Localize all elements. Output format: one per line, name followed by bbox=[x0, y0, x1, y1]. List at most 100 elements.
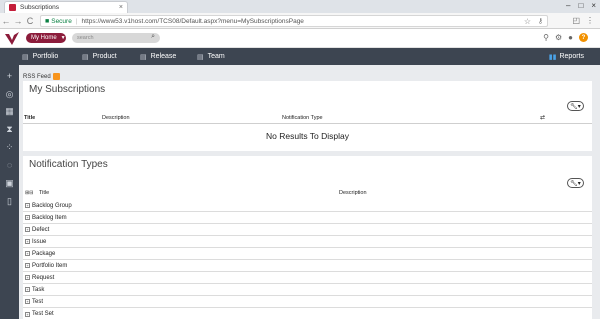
tab-close-icon[interactable]: × bbox=[119, 4, 123, 11]
expand-all-icon[interactable]: ⊞⊟ bbox=[25, 190, 33, 196]
address-bar-row: ← → C ■ Secure | https://www53.v1host.co… bbox=[0, 13, 600, 29]
list-item[interactable]: + Portfolio Item bbox=[23, 260, 592, 272]
expand-icon[interactable]: + bbox=[25, 203, 30, 208]
nav-product-label: Product bbox=[92, 53, 117, 60]
message-icon[interactable]: ▣ bbox=[4, 178, 15, 189]
chat-icon[interactable]: ◌ bbox=[4, 160, 15, 171]
list-item[interactable]: + Task bbox=[23, 284, 592, 296]
location-pin-icon[interactable]: ⚲ bbox=[543, 33, 549, 42]
back-icon[interactable]: ← bbox=[0, 16, 12, 26]
row-title: Backlog Item bbox=[32, 214, 67, 221]
expand-icon[interactable]: + bbox=[25, 251, 30, 256]
close-window-icon[interactable]: × bbox=[591, 1, 596, 10]
reports-label: Reports bbox=[559, 53, 584, 60]
rss-label: RSS Feed bbox=[23, 73, 51, 80]
col-title[interactable]: Title bbox=[24, 115, 35, 121]
trash-icon[interactable]: ▯ bbox=[4, 196, 15, 207]
row-title: Issue bbox=[32, 238, 47, 245]
window-controls: – □ × bbox=[566, 1, 596, 10]
expand-icon[interactable]: + bbox=[25, 239, 30, 244]
expand-icon[interactable]: + bbox=[25, 311, 30, 317]
grid-icon[interactable]: ▦ bbox=[4, 106, 15, 117]
notification-types-title: Notification Types bbox=[29, 159, 108, 170]
my-subscriptions-title: My Subscriptions bbox=[29, 84, 106, 95]
url-field[interactable]: ■ Secure | https://www53.v1host.com/TCS0… bbox=[40, 15, 548, 27]
list-item[interactable]: + Test bbox=[23, 296, 592, 308]
row-title: Defect bbox=[32, 226, 50, 233]
list-item[interactable]: + Package bbox=[23, 248, 592, 260]
row-title: Portfolio Item bbox=[32, 262, 68, 269]
user-icon[interactable]: ● bbox=[568, 33, 573, 42]
network-icon[interactable]: ⁘ bbox=[4, 142, 15, 153]
my-home-dropdown[interactable]: My Home ▼ bbox=[26, 33, 66, 43]
expand-icon[interactable]: + bbox=[25, 227, 30, 232]
main-navbar: ▤ Portfolio ▤ Product ▤ Release ▤ Team ▮… bbox=[0, 48, 600, 65]
row-title: Package bbox=[32, 250, 56, 257]
expand-icon[interactable]: + bbox=[25, 287, 30, 292]
search-input[interactable]: search ⌕ bbox=[72, 33, 160, 43]
no-results-text: No Results To Display bbox=[266, 131, 349, 141]
release-icon: ▤ bbox=[140, 53, 147, 61]
expand-icon[interactable]: + bbox=[25, 263, 30, 268]
list-item[interactable]: + Backlog Item bbox=[23, 212, 592, 224]
bookmark-star-icon[interactable]: ☆ bbox=[524, 17, 531, 26]
browser-tab[interactable]: Subscriptions × bbox=[4, 1, 128, 13]
expand-icon[interactable]: + bbox=[25, 275, 30, 280]
team-icon: ▤ bbox=[197, 53, 204, 61]
content-area: RSS Feed My Subscriptions 🔧︎▾ Title Desc… bbox=[19, 65, 600, 319]
favicon-icon bbox=[9, 4, 16, 11]
col-notification-type[interactable]: Notification Type bbox=[282, 115, 323, 121]
versionone-logo-icon[interactable] bbox=[4, 31, 20, 46]
bar-chart-icon: ▮▮ bbox=[548, 53, 557, 61]
nav-release[interactable]: ▤ Release bbox=[140, 48, 176, 65]
help-icon[interactable]: ? bbox=[579, 33, 588, 42]
nav-team[interactable]: ▤ Team bbox=[197, 48, 225, 65]
forward-icon[interactable]: → bbox=[12, 16, 24, 26]
nav-release-label: Release bbox=[150, 53, 177, 60]
portfolio-icon: ▤ bbox=[22, 53, 29, 61]
tab-title: Subscriptions bbox=[20, 4, 60, 11]
browser-tab-bar: Subscriptions × – □ × bbox=[0, 0, 600, 13]
nav-portfolio-label: Portfolio bbox=[32, 53, 59, 60]
nav-portfolio[interactable]: ▤ Portfolio bbox=[22, 48, 58, 65]
browser-menu-icon[interactable]: ⋮ bbox=[586, 16, 594, 25]
column-chooser-icon[interactable]: ⇄ bbox=[540, 114, 545, 121]
maximize-icon[interactable]: □ bbox=[578, 1, 583, 10]
list-item[interactable]: + Issue bbox=[23, 236, 592, 248]
reports-link[interactable]: ▮▮ Reports bbox=[549, 48, 584, 65]
target-icon[interactable]: ◎ bbox=[4, 89, 15, 100]
row-title: Task bbox=[32, 286, 45, 293]
notification-types-panel: Notification Types 🔧︎▾ ⊞⊟ Title Descript… bbox=[23, 156, 592, 319]
extension-icon[interactable]: ◰ bbox=[572, 16, 580, 25]
notification-types-settings-button[interactable]: 🔧︎▾ bbox=[567, 178, 584, 188]
secure-label: Secure bbox=[51, 17, 72, 25]
gear-icon[interactable]: ⚙ bbox=[555, 33, 562, 42]
col-title[interactable]: Title bbox=[39, 190, 49, 196]
list-item[interactable]: + Test Set bbox=[23, 308, 592, 319]
reload-icon[interactable]: C bbox=[24, 16, 36, 26]
extension-icons: ◰ ⋮ bbox=[572, 16, 594, 25]
url-divider: | bbox=[75, 17, 78, 25]
subscriptions-settings-button[interactable]: 🔧︎▾ bbox=[567, 101, 584, 111]
subscriptions-header-row: Title Description Notification Type ⇄ bbox=[23, 114, 592, 124]
search-icon[interactable]: ⌕ bbox=[151, 33, 155, 41]
app-header: My Home ▼ search ⌕ ⚲ ⚙ ● ? bbox=[0, 29, 600, 48]
product-icon: ▤ bbox=[82, 53, 89, 61]
nav-product[interactable]: ▤ Product bbox=[82, 48, 117, 65]
chevron-down-icon: ▼ bbox=[60, 35, 66, 41]
list-item[interactable]: + Request bbox=[23, 272, 592, 284]
minimize-icon[interactable]: – bbox=[566, 1, 570, 10]
key-icon[interactable]: ⚷ bbox=[538, 17, 543, 25]
url-text: https://www53.v1host.com/TCS08/Default.a… bbox=[81, 17, 304, 25]
list-item[interactable]: + Defect bbox=[23, 224, 592, 236]
expand-icon[interactable]: + bbox=[25, 299, 30, 304]
wrench-icon: 🔧︎▾ bbox=[570, 103, 581, 110]
col-description[interactable]: Description bbox=[102, 115, 130, 121]
row-title: Request bbox=[32, 274, 55, 281]
expand-icon[interactable]: + bbox=[25, 215, 30, 220]
hourglass-icon[interactable]: ⧗ bbox=[4, 124, 15, 135]
add-icon[interactable]: + bbox=[4, 71, 15, 82]
rss-feed-link[interactable]: RSS Feed bbox=[23, 73, 60, 80]
list-item[interactable]: + Backlog Group bbox=[23, 200, 592, 212]
col-description[interactable]: Description bbox=[339, 190, 367, 196]
